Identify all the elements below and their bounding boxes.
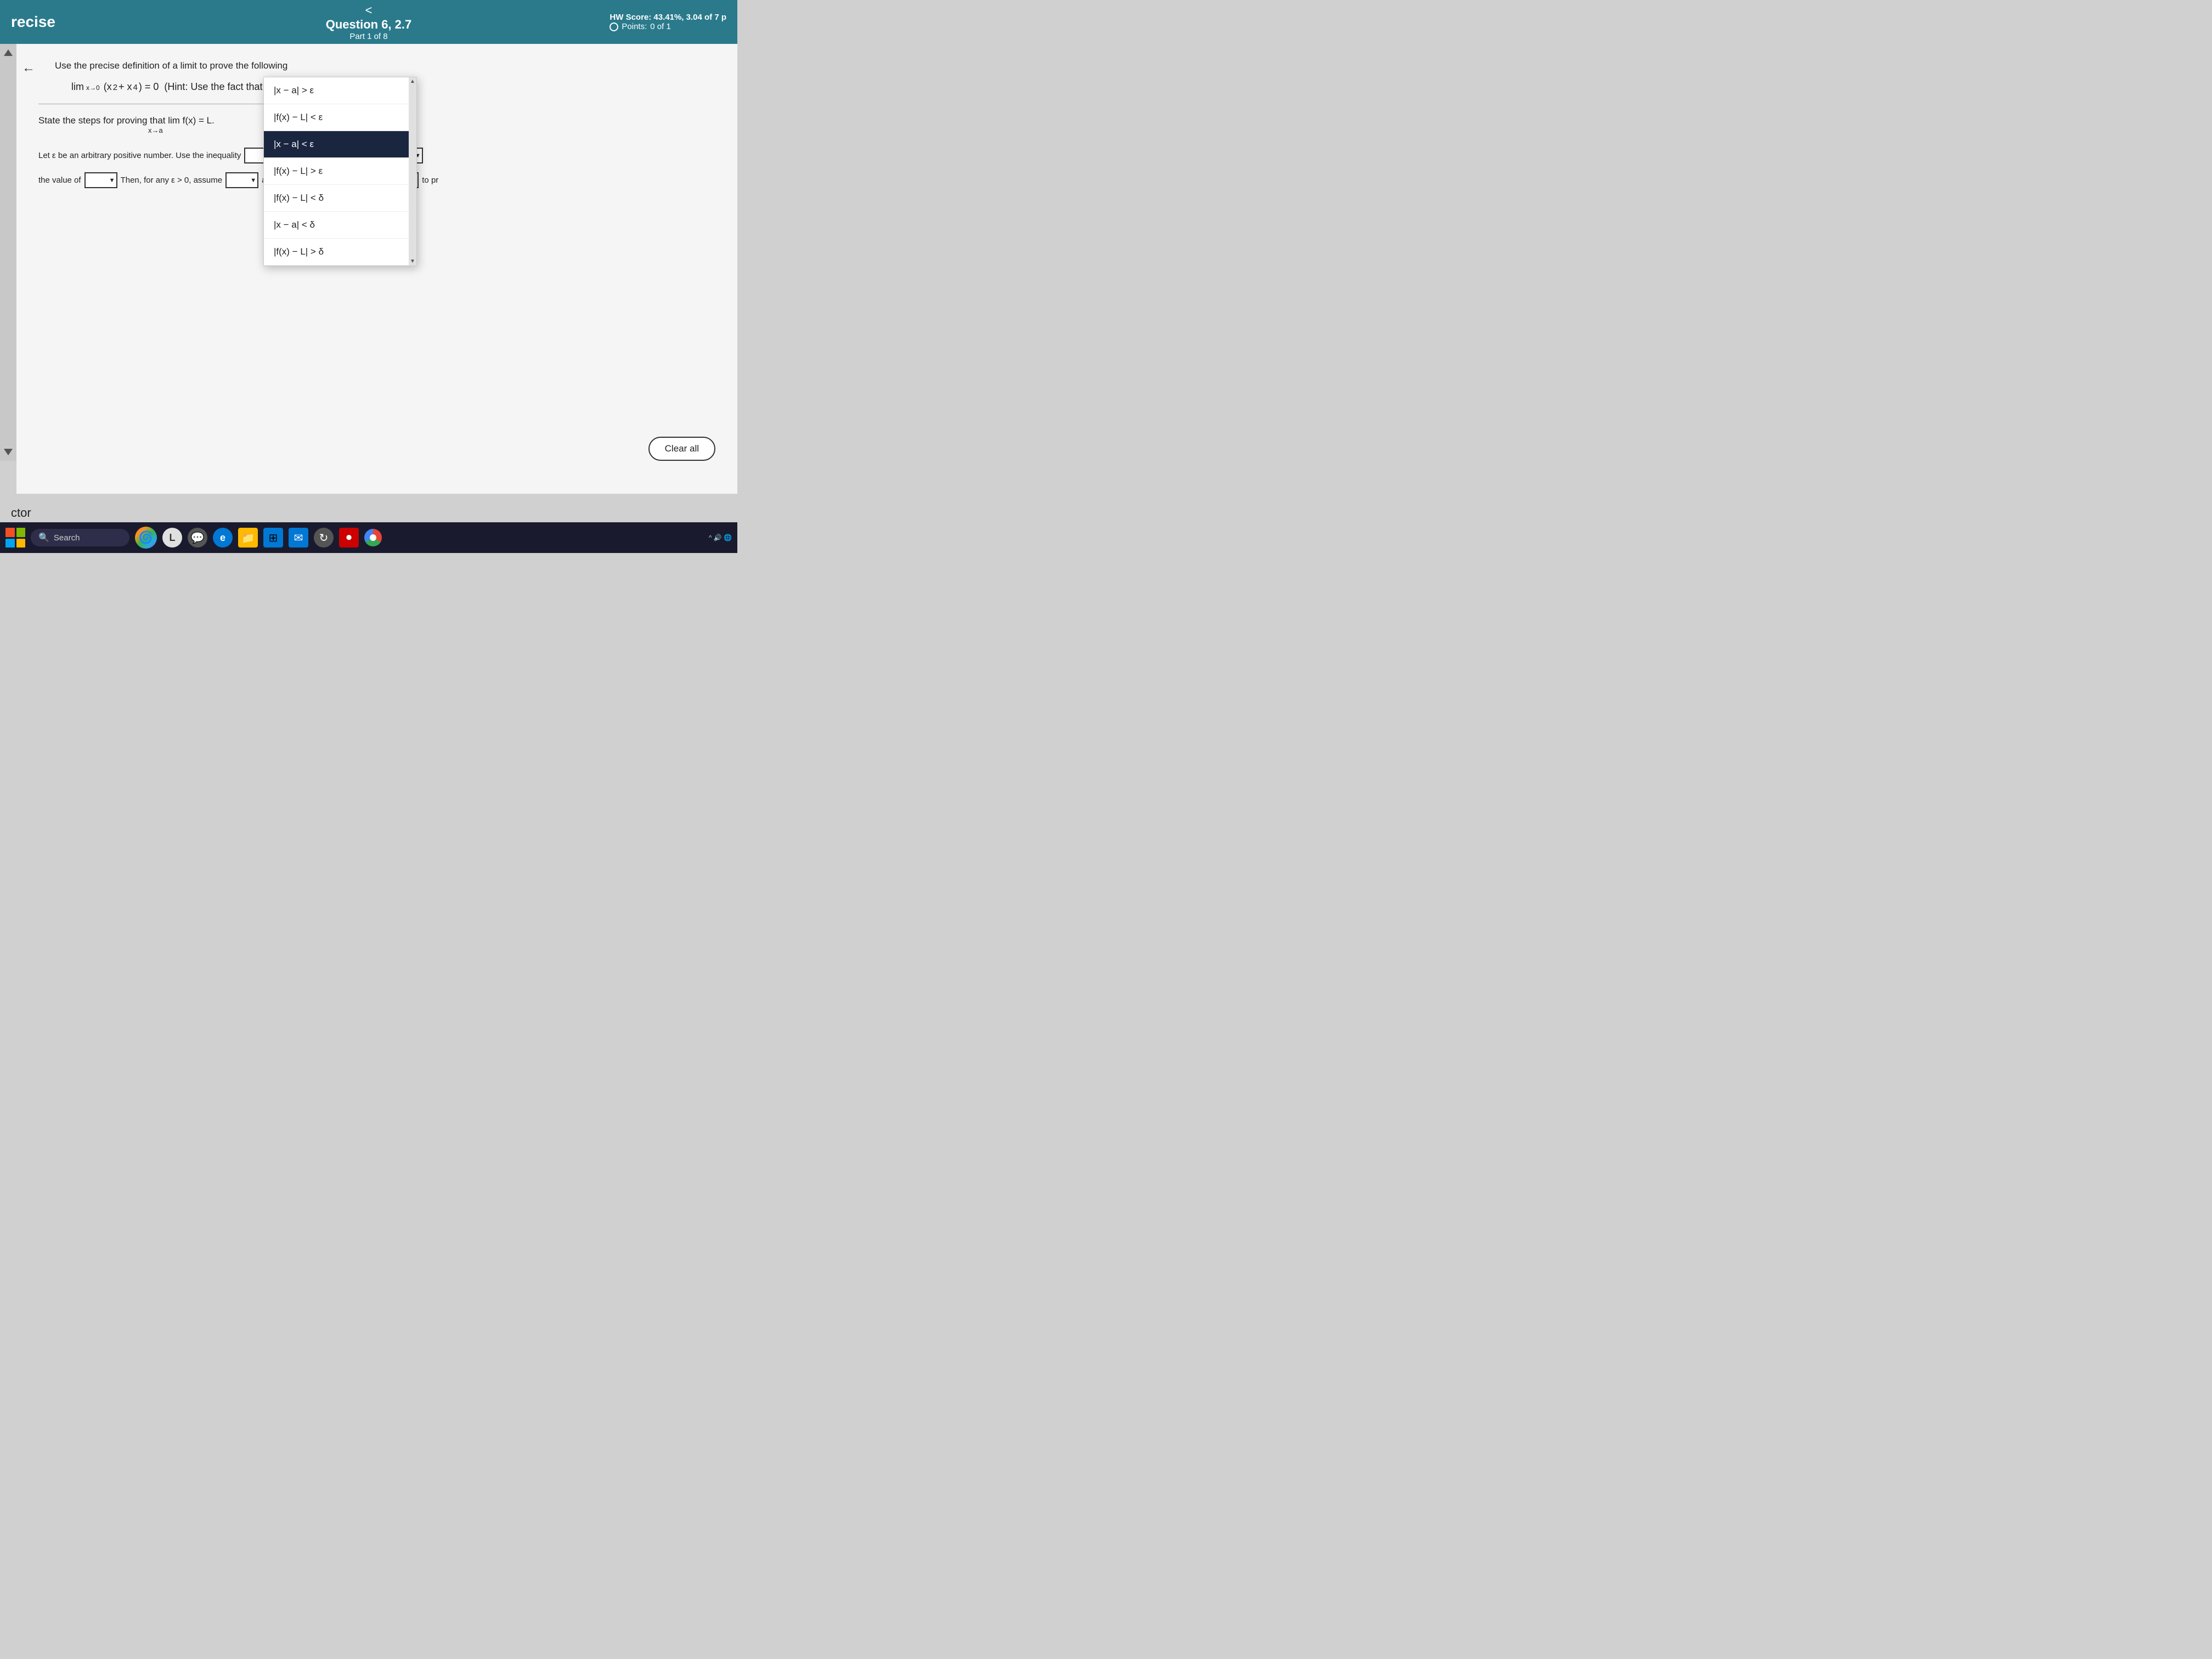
dropdown-item-6[interactable]: |x − a| < δ [264,212,416,239]
taskbar-app-refresh[interactable]: ↻ [314,528,334,548]
dropdown-item-4[interactable]: |f(x) − L| > ε [264,158,416,185]
main-content: ← Use the precise definition of a limit … [16,44,737,494]
side-panel-left [0,44,16,461]
dropdown-menu: |x − a| > ε |f(x) − L| < ε |x − a| < ε |… [263,77,417,266]
taskbar: 🔍 Search 🌀 L 💬 e 📁 ⊞ ✉ ↻ ⏺ ^ 🔊 🌐 [0,522,737,553]
radio-icon [610,22,618,31]
dropdown-item-3[interactable]: |x − a| < ε [264,131,416,158]
dropdown-4[interactable] [225,172,258,188]
taskbar-app-msg[interactable]: 💬 [188,528,207,548]
taskbar-search-bar[interactable]: 🔍 Search [31,529,129,546]
dropdown-3-wrapper[interactable] [84,172,117,188]
taskbar-app-record[interactable]: ⏺ [339,528,359,548]
systray-icons: ^ 🔊 🌐 [709,534,732,541]
start-green [16,528,26,537]
search-icon: 🔍 [38,532,49,543]
dropdown-item-2[interactable]: |f(x) − L| < ε [264,104,416,131]
scroll-up-icon[interactable] [4,49,13,56]
taskbar-app-chrome[interactable] [364,529,382,546]
nav-prev-button[interactable]: < [360,3,378,18]
scroll-up-arrow[interactable]: ▲ [410,78,415,84]
score-section: HW Score: 43.41%, 3.04 of 7 p Points: 0 … [610,13,726,31]
dropdown-scrollbar[interactable]: ▲ ▼ [409,77,416,266]
back-arrow-icon[interactable]: ← [22,60,35,76]
taskbar-app-fileexp[interactable]: 📁 [238,528,258,548]
start-button[interactable] [5,528,25,548]
scroll-down-icon[interactable] [4,449,13,455]
taskbar-systray: ^ 🔊 🌐 [709,534,732,541]
header: recise < Question 6, 2.7 Part 1 of 8 HW … [0,0,737,44]
taskbar-app-l[interactable]: L [162,528,182,548]
dropdown-3[interactable] [84,172,117,188]
dropdown-item-5[interactable]: |f(x) − L| < δ [264,185,416,212]
start-red [5,528,15,537]
clear-all-button[interactable]: Clear all [648,437,715,461]
dropdown-item-7[interactable]: |f(x) − L| > δ [264,239,416,266]
taskbar-app-colorful[interactable]: 🌀 [135,527,157,549]
taskbar-app-edge[interactable]: e [213,528,233,548]
start-yellow [16,539,26,548]
app-name: recise [11,13,55,31]
search-label: Search [54,533,80,543]
question-text: Use the precise definition of a limit to… [55,60,384,71]
hw-score: HW Score: 43.41%, 3.04 of 7 p [610,13,726,22]
scroll-down-arrow[interactable]: ▼ [410,258,415,264]
dropdown-4-wrapper[interactable] [225,172,258,188]
start-blue [5,539,15,548]
question-subtitle: Part 1 of 8 [349,32,387,41]
ctor-label: ctor [11,506,31,520]
points-row: Points: 0 of 1 [610,22,726,31]
taskbar-app-grid[interactable]: ⊞ [263,528,283,548]
question-title: Question 6, 2.7 [326,18,412,32]
dropdown-item-1[interactable]: |x − a| > ε [264,77,416,104]
taskbar-app-mail[interactable]: ✉ [289,528,308,548]
